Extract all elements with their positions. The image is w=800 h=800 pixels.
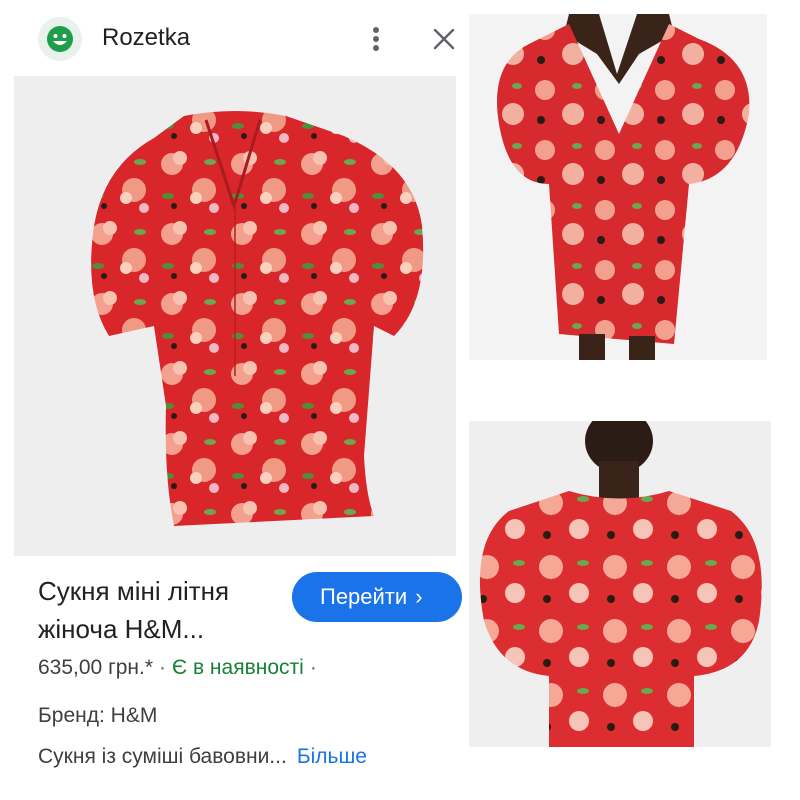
brand: Бренд: H&M	[38, 704, 158, 727]
separator: ·	[309, 656, 317, 679]
separator: ·	[159, 656, 167, 679]
chevron-right-icon: ›	[415, 584, 423, 609]
price-row: 635,00 грн.* · Є в наявності ·	[38, 656, 323, 680]
model-front-photo	[469, 14, 767, 360]
product-title[interactable]: Сукня міні літня жіноча H&M...	[38, 572, 308, 648]
more-link[interactable]: Більше	[297, 745, 367, 768]
product-title-line-2: жіноча H&M...	[38, 614, 205, 644]
model-back-photo	[469, 421, 771, 747]
site-name[interactable]: Rozetka	[102, 22, 190, 54]
more-vert-icon[interactable]	[360, 22, 392, 56]
go-button-label: Перейти	[320, 584, 408, 609]
price: 635,00 грн.*	[38, 656, 154, 679]
search-result-card: Rozetka Сукня міні літня жіноча H&M... П…	[14, 0, 462, 800]
rozetka-smiley-icon	[38, 17, 82, 61]
dress-silhouette	[91, 111, 424, 526]
go-button[interactable]: Перейти ›	[292, 572, 462, 622]
description-row: Сукня із суміші бавовни... Більше	[38, 745, 456, 769]
product-image[interactable]	[14, 76, 456, 556]
description: Сукня із суміші бавовни...	[38, 745, 287, 768]
product-title-line-1: Сукня міні літня	[38, 576, 230, 606]
availability-status: Є в наявності	[172, 656, 304, 679]
card-header: Rozetka	[14, 0, 456, 76]
close-icon[interactable]	[428, 22, 460, 56]
